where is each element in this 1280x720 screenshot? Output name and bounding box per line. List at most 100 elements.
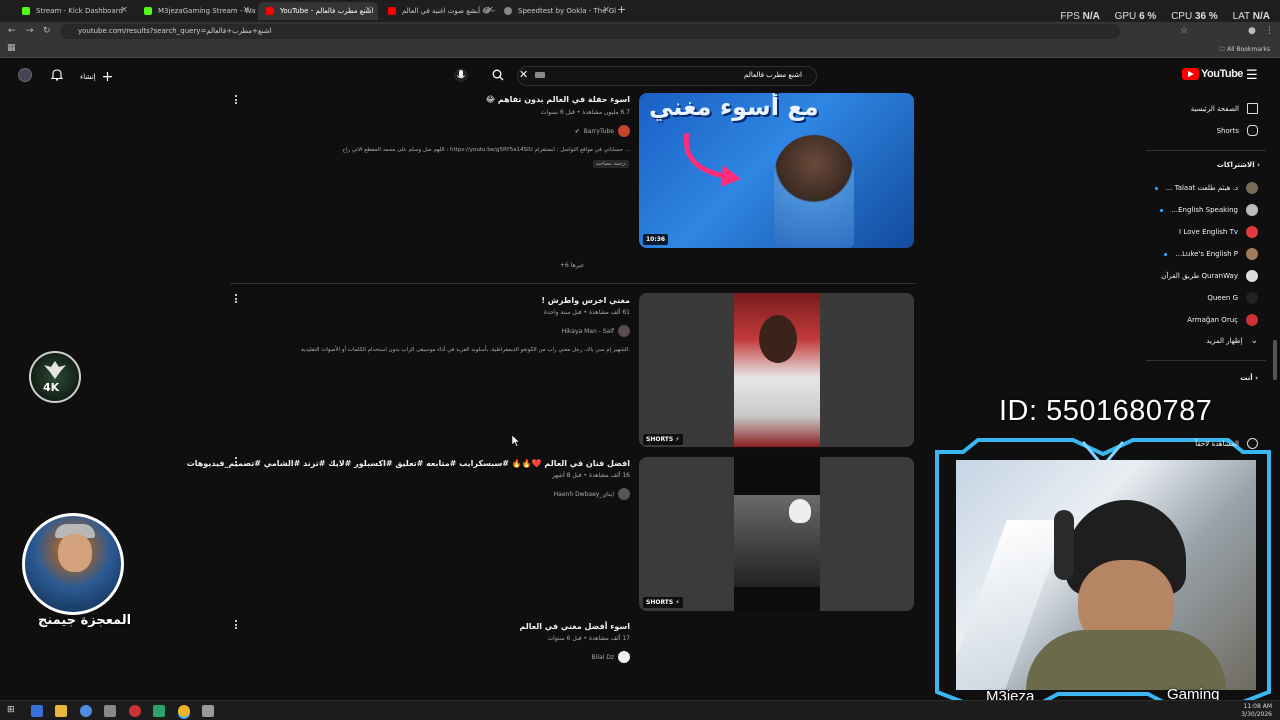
results-divider: [230, 283, 915, 284]
tab-youtube-search[interactable]: YouTube - اشنع مطرب فالعالم ×: [258, 2, 378, 20]
profile-icon[interactable]: ●: [1248, 26, 1256, 36]
tab-kick-watch[interactable]: M3jezaGaming Stream - Watch ×: [136, 2, 256, 20]
shorts-badge: SHORTS ⚡: [643, 597, 683, 608]
chrome-active-icon[interactable]: [178, 705, 190, 717]
headphones: [1054, 510, 1074, 580]
sidebar-item-subscription[interactable]: English Speaking...: [1160, 204, 1258, 216]
youtube-icon: [388, 7, 396, 15]
microphone-icon[interactable]: [454, 67, 468, 83]
sidebar-item-shorts[interactable]: Shorts: [1217, 125, 1258, 136]
tab-label: M3jezaGaming Stream - Watch: [158, 7, 256, 15]
app-icon[interactable]: [104, 705, 116, 717]
video-title[interactable]: مغني اخرس واطرش !: [541, 296, 630, 305]
clock-date: 3/30/2026: [1241, 711, 1272, 718]
channel-link[interactable]: Haenh Dwbaey_ايناي: [554, 488, 630, 500]
person-head: [759, 315, 797, 363]
channel-link[interactable]: Bilal Dz: [592, 651, 630, 663]
channel-avatar: [1246, 204, 1258, 216]
channel-avatar: [1246, 292, 1258, 304]
you-heading-label: أنت: [1240, 374, 1253, 382]
shorts-icon: [1247, 125, 1258, 136]
video-meta: 61 ألف مشاهدة • قبل سنة واحدة: [543, 309, 630, 316]
app-icon[interactable]: [202, 705, 214, 717]
search-icon[interactable]: [492, 69, 504, 81]
shorts-badge: SHORTS ⚡: [643, 434, 683, 445]
face: [58, 534, 92, 572]
youtube-logo[interactable]: YouTube: [1182, 68, 1243, 80]
more-results-link[interactable]: +6 غيرها: [560, 262, 584, 269]
streamer-logo: 4K: [29, 351, 81, 403]
sidebar-item-label: Luke's English P...: [1175, 250, 1238, 258]
sidebar-item-home[interactable]: الصفحة الرئيسية: [1191, 103, 1258, 114]
sidebar-item-subscription[interactable]: Armağan Oruç: [1187, 314, 1258, 326]
channel-link[interactable]: ✔ BarryTube: [575, 125, 630, 137]
keyboard-icon[interactable]: [535, 72, 545, 78]
back-icon[interactable]: ←: [8, 26, 16, 36]
close-icon[interactable]: ×: [242, 5, 250, 15]
sidebar-item-subscription[interactable]: Queen G: [1207, 292, 1258, 304]
search-input[interactable]: اشنع مطرب فالعالم: [517, 66, 817, 86]
tab-speedtest[interactable]: Speedtest by Ookla - The Glob ×: [496, 2, 616, 20]
more-options-icon[interactable]: [235, 620, 237, 631]
lat-value: N/A: [1252, 11, 1270, 22]
apps-icon[interactable]: ▦: [7, 43, 16, 53]
sidebar-item-subscription[interactable]: I Love English Tv: [1179, 226, 1258, 238]
kick-icon: [144, 7, 152, 15]
create-button[interactable]: إنشاء +: [80, 69, 113, 85]
widgets-icon[interactable]: ⊞: [7, 705, 19, 717]
sidebar-item-subscription[interactable]: د. هيثم طلعت Talaat ...: [1154, 182, 1258, 194]
all-bookmarks[interactable]: 🗀 All Bookmarks: [1219, 45, 1270, 55]
subscriptions-heading-label: الاشتراكات: [1216, 161, 1255, 169]
close-icon[interactable]: ×: [602, 5, 610, 15]
close-icon[interactable]: ×: [364, 5, 372, 15]
more-options-icon[interactable]: [235, 294, 237, 305]
new-tab-button[interactable]: +: [617, 3, 626, 16]
forward-icon[interactable]: →: [26, 26, 34, 36]
obs-icon[interactable]: [129, 705, 141, 717]
reload-icon[interactable]: ↻: [43, 26, 51, 36]
channel-link[interactable]: Hikaya Man - Saif: [562, 325, 630, 337]
file-explorer-icon[interactable]: [55, 705, 67, 717]
video-title[interactable]: اسوء أفضل مغني في العالم: [519, 622, 630, 631]
sidebar-scrollbar[interactable]: [1273, 340, 1277, 380]
notifications-bell-icon[interactable]: [51, 68, 63, 81]
clock-icon: [1247, 438, 1258, 449]
sidebar-item-show-more[interactable]: ⌄ إظهار المزيد: [1206, 336, 1258, 346]
close-icon[interactable]: ×: [120, 5, 128, 15]
system-clock[interactable]: 11:08 AM 3/30/2026: [1241, 703, 1272, 719]
close-icon[interactable]: ×: [486, 5, 494, 15]
start-icon[interactable]: [31, 705, 43, 717]
chrome-icon[interactable]: [80, 705, 92, 717]
sidebar-divider: [1146, 150, 1266, 151]
account-avatar[interactable]: [18, 68, 32, 82]
you-heading[interactable]: أنت ›: [1240, 374, 1258, 382]
more-options-icon[interactable]: [235, 95, 237, 106]
sidebar-item-subscription[interactable]: Luke's English P...: [1164, 248, 1258, 260]
hamburger-menu-icon[interactable]: ☰: [1246, 68, 1258, 83]
app-icon[interactable]: [153, 705, 165, 717]
sidebar-item-label: المشاهدة لاحقاً: [1195, 439, 1239, 448]
channel-avatar: [618, 488, 630, 500]
streamer-name: المعجزة جيمنج: [38, 613, 132, 628]
sidebar-item-watch-later[interactable]: المشاهدة لاحقاً: [1195, 438, 1258, 449]
bookmark-star-icon[interactable]: ☆: [1180, 26, 1188, 36]
video-title[interactable]: افضل فنان في العالم ❤️🔥🔥 #سبسكرايب #متاب…: [187, 459, 630, 468]
channel-name: Haenh Dwbaey_ايناي: [553, 490, 614, 498]
sidebar-divider: [1146, 360, 1266, 361]
plus-icon: +: [101, 69, 114, 85]
video-thumbnail[interactable]: [639, 457, 914, 611]
browser-menu-icon[interactable]: ⋮: [1265, 26, 1274, 36]
clear-search-icon[interactable]: ✕: [519, 68, 528, 81]
tab-label: Stream - Kick Dashboard: [36, 7, 123, 15]
video-thumbnail[interactable]: [639, 293, 914, 447]
sidebar-item-subscription[interactable]: QuranWay طريق القرآن: [1161, 270, 1258, 282]
video-title[interactable]: اسوء حفلة في العالم بدون تفاهم 😂: [486, 95, 630, 104]
video-thumbnail[interactable]: مع أسوء مغني: [639, 93, 914, 248]
subscriptions-heading[interactable]: الاشتراكات ›: [1217, 161, 1260, 169]
url-field[interactable]: youtube.com/results?search_query=اشنع+مط…: [60, 24, 1120, 39]
sidebar-item-label: د. هيثم طلعت Talaat ...: [1165, 184, 1238, 192]
tab-kick-dashboard[interactable]: Stream - Kick Dashboard ×: [14, 2, 134, 20]
tab-youtube-video[interactable]: أبشع صوت اغنية في العالم 😂 - ×: [380, 2, 500, 20]
video-description: الشهير إم سي ياك، رجل مغني راب من الكونغ…: [300, 347, 630, 353]
tab-label: Speedtest by Ookla - The Glob: [518, 7, 616, 15]
